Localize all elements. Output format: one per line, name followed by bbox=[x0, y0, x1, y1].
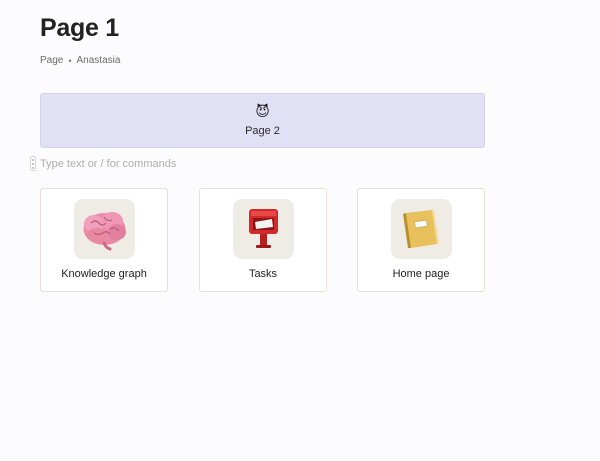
command-text-input[interactable] bbox=[38, 156, 342, 172]
page-author[interactable]: Anastasia bbox=[77, 55, 121, 66]
brain-icon bbox=[83, 212, 126, 251]
meta-separator: • bbox=[68, 55, 72, 66]
drag-handle[interactable] bbox=[30, 156, 36, 171]
tile-icon-box bbox=[74, 199, 135, 259]
tile-label: Tasks bbox=[248, 268, 278, 280]
postbox-icon bbox=[249, 209, 278, 248]
tile-label: Knowledge graph bbox=[61, 268, 147, 280]
tile-home-page[interactable]: Home page bbox=[357, 188, 485, 292]
ledger-icon bbox=[403, 210, 439, 248]
tile-icon-box bbox=[391, 199, 452, 259]
linked-page-card[interactable]: 😈 Page 2 bbox=[40, 93, 485, 148]
tile-knowledge-graph[interactable]: Knowledge graph bbox=[40, 188, 168, 292]
page-meta: Page • Anastasia bbox=[40, 55, 120, 66]
tile-icon-box bbox=[233, 199, 294, 259]
linked-page-label: Page 2 bbox=[245, 125, 280, 137]
page-title: Page 1 bbox=[40, 14, 119, 42]
devil-icon: 😈 bbox=[255, 103, 270, 119]
page-type-label: Page bbox=[40, 55, 64, 66]
tile-tasks[interactable]: Tasks bbox=[199, 188, 327, 292]
tile-label: Home page bbox=[392, 268, 450, 280]
